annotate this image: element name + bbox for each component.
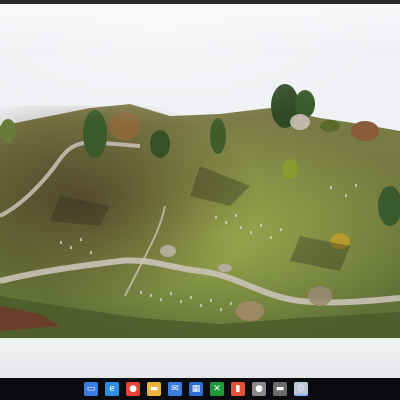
3d-viewer-icon[interactable]: ◇ — [294, 382, 308, 396]
terminal-icon[interactable]: ▬ — [273, 382, 287, 396]
file-explorer-icon[interactable]: ▭ — [84, 382, 98, 396]
chrome-browser-icon[interactable]: ● — [126, 382, 140, 396]
xbox-icon[interactable]: ✕ — [210, 382, 224, 396]
taskbar-icons: ▭ e ● ▬ ✉ ▦ ✕ ▮ ● ▬ ◇ — [84, 382, 315, 396]
terrain-model[interactable] — [0, 56, 400, 338]
3d-model-viewport[interactable] — [0, 56, 400, 338]
app-toolbar — [0, 4, 400, 57]
folder-icon[interactable]: ▬ — [147, 382, 161, 396]
app-bottom-area — [0, 338, 400, 382]
windows-taskbar: ▭ e ● ▬ ✉ ▦ ✕ ▮ ● ▬ ◇ — [0, 378, 400, 400]
mail-icon[interactable]: ✉ — [168, 382, 182, 396]
office-icon[interactable]: ▮ — [231, 382, 245, 396]
edge-browser-icon[interactable]: e — [105, 382, 119, 396]
app-circle-icon[interactable]: ● — [252, 382, 266, 396]
store-icon[interactable]: ▦ — [189, 382, 203, 396]
taskbar-search-area[interactable] — [0, 378, 84, 400]
monitor-screen — [0, 4, 400, 396]
